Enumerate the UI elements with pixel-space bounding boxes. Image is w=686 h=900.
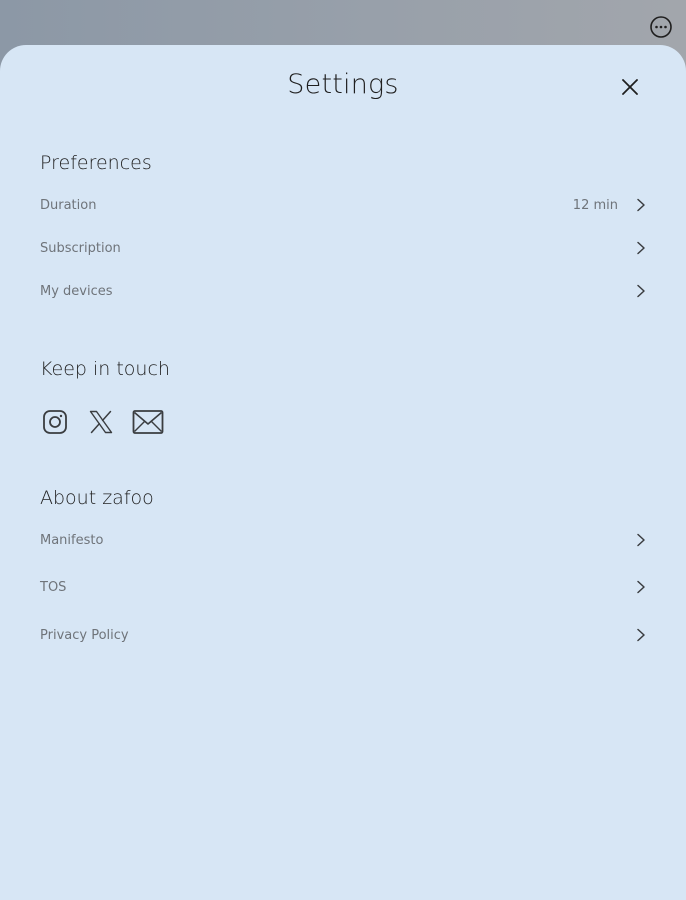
section-title-about: About zafoo bbox=[40, 487, 154, 509]
preferences-row-my-devices[interactable]: My devices bbox=[40, 276, 646, 306]
settings-sheet: Settings Preferences Duration 12 min Sub… bbox=[0, 45, 686, 900]
close-icon bbox=[622, 79, 638, 95]
section-title-keep-in-touch: Keep in touch bbox=[40, 358, 170, 380]
chevron-right-icon bbox=[636, 533, 646, 547]
row-label: TOS bbox=[40, 579, 67, 595]
chevron-right-icon bbox=[636, 580, 646, 594]
email-link[interactable] bbox=[131, 407, 165, 437]
more-options-button[interactable] bbox=[648, 14, 674, 40]
duration-value: 12 min bbox=[572, 197, 618, 213]
row-label: Privacy Policy bbox=[40, 627, 129, 643]
x-link[interactable] bbox=[86, 407, 116, 437]
instagram-link[interactable] bbox=[40, 407, 70, 437]
social-links bbox=[40, 407, 165, 437]
section-title-preferences: Preferences bbox=[40, 152, 152, 174]
x-twitter-icon bbox=[89, 410, 113, 434]
about-row-tos[interactable]: TOS bbox=[40, 572, 646, 602]
about-row-manifesto[interactable]: Manifesto bbox=[40, 525, 646, 555]
more-horizontal-circle-icon bbox=[650, 16, 672, 38]
about-row-privacy-policy[interactable]: Privacy Policy bbox=[40, 620, 646, 650]
instagram-icon bbox=[43, 410, 67, 434]
chevron-right-icon bbox=[636, 241, 646, 255]
preferences-row-subscription[interactable]: Subscription bbox=[40, 233, 646, 263]
preferences-row-duration[interactable]: Duration 12 min bbox=[40, 190, 646, 220]
row-label: Duration bbox=[40, 197, 97, 213]
row-label: My devices bbox=[40, 283, 113, 299]
mail-icon bbox=[132, 410, 164, 434]
row-label: Manifesto bbox=[40, 532, 104, 548]
close-button[interactable] bbox=[616, 73, 644, 101]
row-label: Subscription bbox=[40, 240, 121, 256]
chevron-right-icon bbox=[636, 628, 646, 642]
chevron-right-icon bbox=[636, 284, 646, 298]
chevron-right-icon bbox=[636, 198, 646, 212]
page-title: Settings bbox=[287, 69, 399, 100]
